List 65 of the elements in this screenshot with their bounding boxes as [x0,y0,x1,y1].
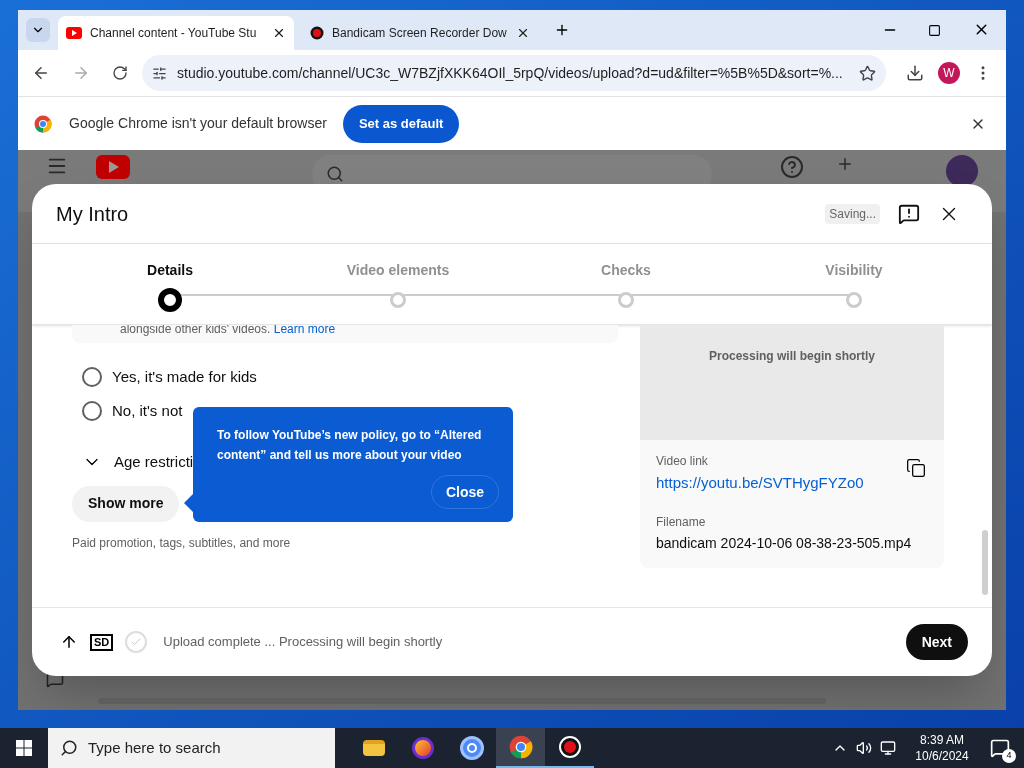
url-text: studio.youtube.com/channel/UC3c_W7BZjfXKK64OIl_5rpQ/videos/upload?d=ud&filter=%5B%5D&sort=%... [177,63,844,83]
create-icon[interactable] [836,155,854,173]
learn-more-link[interactable]: Learn more [273,325,336,336]
next-button[interactable]: Next [905,624,968,660]
field-label: Video link [656,453,709,470]
channel-avatar[interactable] [946,155,978,187]
chrome-logo-icon [34,114,52,133]
record-icon [310,26,324,40]
back-icon[interactable] [32,64,50,82]
play-logo-icon [66,27,82,39]
step-label[interactable]: Details [147,260,193,281]
search-placeholder: Type here to search [88,737,221,758]
reload-icon[interactable] [112,65,128,81]
audience-note: alongside other kids' videos. Learn more [120,325,336,336]
address-bar[interactable]: studio.youtube.com/channel/UC3c_W7BZjfXKK64OIl_5rpQ/videos/upload?d=ud&filter=%5B%5D&sort=%... [142,55,886,91]
radio-button[interactable] [82,367,102,387]
new-tab-icon[interactable] [554,22,570,38]
profile-avatar[interactable]: W [938,62,960,84]
show-more-button[interactable]: Show more [72,485,180,522]
upload-icon[interactable] [60,633,78,651]
upload-status: Upload complete ... Processing will begin shortly [163,633,443,652]
close-icon[interactable] [272,26,286,40]
volume-icon[interactable] [856,740,872,756]
tab-title: Channel content - YouTube Stu [90,25,258,42]
copy-icon[interactable] [906,458,926,478]
infobar-message: Google Chrome isn't your default browser [69,114,327,133]
notifications-icon[interactable] [990,738,1010,758]
video-link[interactable]: https://youtu.be/SVTHygFYZo0 [656,472,906,495]
play-logo-icon [96,155,130,179]
radio-button[interactable] [82,401,102,421]
browser-tab[interactable]: Bandicam Screen Recorder Dow [302,16,538,50]
clock[interactable]: 8:39 AM 10/6/2024 [906,732,978,764]
bookmark-star-icon[interactable] [859,64,876,82]
download-icon[interactable] [906,64,924,82]
set-default-button[interactable]: Set as default [342,104,460,143]
search-icon [60,739,78,757]
browser-tab[interactable]: Channel content - YouTube Stu [58,16,294,50]
maximize-icon[interactable] [928,24,941,37]
radio-label: Yes, it's made for kids [112,366,257,387]
tab-list-button[interactable] [26,18,50,42]
feedback-icon[interactable] [898,202,920,225]
time-text: 8:39 AM [920,732,964,748]
radio-label: No, it's not [112,400,183,421]
site-settings-icon[interactable] [152,65,167,81]
field-label: Filename [656,513,707,531]
taskbar-search-field[interactable]: Type here to search [48,728,335,768]
help-icon[interactable] [780,155,804,179]
close-icon[interactable] [516,26,530,40]
notification-count: 4 [1002,749,1016,763]
saving-status: Saving... [825,203,880,224]
filename: bandicam 2024-10-06 08-38-23-505.mp4 [656,533,913,553]
search-icon [326,165,344,183]
step-indicator[interactable] [158,288,182,312]
windows-logo-icon[interactable] [16,740,32,756]
popup-message: To follow YouTube’s new policy, go to “Altered content” and tell us more about your video [217,427,483,464]
tab-title: Bandicam Screen Recorder Dow [332,25,508,42]
chrome-icon[interactable] [496,728,545,768]
date-text: 10/6/2024 [915,748,969,764]
network-icon[interactable] [880,740,896,756]
check-icon [125,631,148,653]
preview-status: Processing will begin shortly [708,348,875,365]
quality-badge: SD [90,633,114,651]
show-more-hint: Paid promotion, tags, subtitles, and more [72,534,292,552]
dialog-title: My Intro [56,201,129,227]
section-title[interactable]: Age restricti [114,451,194,474]
